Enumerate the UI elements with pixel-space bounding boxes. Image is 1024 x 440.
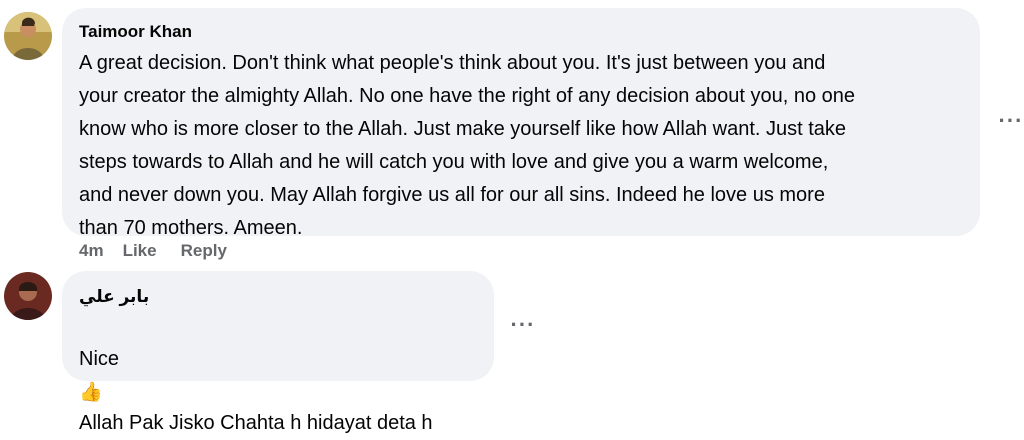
comment-text: Nice 👍 xyxy=(79,310,478,409)
like-button[interactable]: Like xyxy=(123,241,157,261)
comment-text-line: Allah Pak Jisko Chahta h hidayat deta h xyxy=(79,412,433,434)
comment-actions: 4m Like Reply xyxy=(79,240,227,262)
comment-text-line: Nice xyxy=(79,348,120,370)
avatar[interactable] xyxy=(4,272,52,320)
comment-author[interactable]: بابر علي xyxy=(79,286,149,308)
comment-timestamp[interactable]: 4m xyxy=(79,241,104,261)
comment-text: A great decision. Don't think what peopl… xyxy=(79,52,856,239)
reply-button[interactable]: Reply xyxy=(181,241,227,261)
more-options-icon[interactable]: ··· xyxy=(508,310,538,340)
avatar[interactable] xyxy=(4,12,52,60)
comment-bubble: بابر علي Nice 👍 Allah Pak Jisko Chahta h… xyxy=(62,271,494,434)
thumbs-up-emoji-icon: 👍 xyxy=(79,382,103,403)
comment-bubble: Taimoor Khan A great decision. Don't thi… xyxy=(62,8,980,239)
comment-author[interactable]: Taimoor Khan xyxy=(79,21,964,43)
more-options-icon[interactable]: ··· xyxy=(996,106,1024,136)
